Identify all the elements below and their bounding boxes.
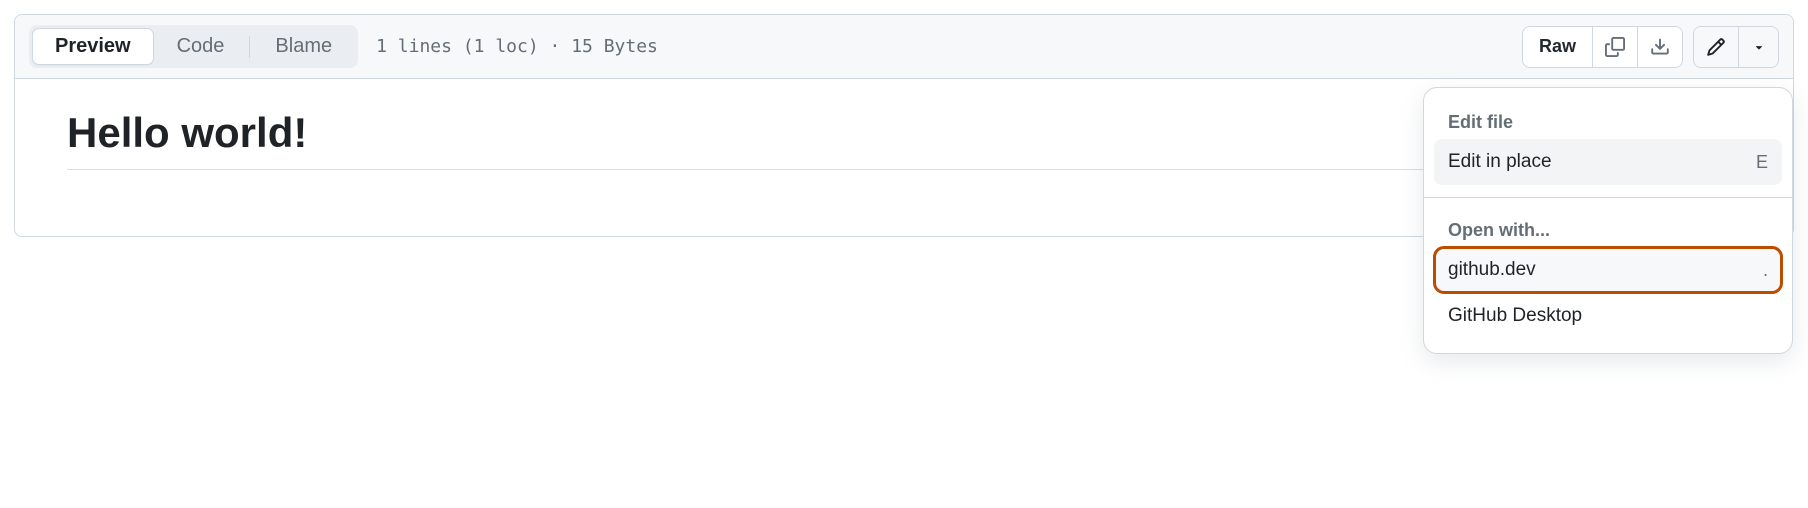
- edit-actions-group: [1693, 26, 1779, 68]
- menu-item-label: github.dev: [1448, 259, 1536, 281]
- file-header: Preview Code Blame 1 lines (1 loc) · 15 …: [15, 15, 1793, 79]
- copy-button[interactable]: [1592, 27, 1637, 67]
- file-viewer: Preview Code Blame 1 lines (1 loc) · 15 …: [14, 14, 1794, 237]
- dropdown-divider: [1424, 197, 1792, 198]
- download-button[interactable]: [1637, 27, 1682, 67]
- dropdown-heading-edit: Edit file: [1434, 102, 1782, 139]
- file-actions: Raw: [1522, 26, 1779, 68]
- pencil-icon: [1706, 37, 1726, 57]
- file-info-text: 1 lines (1 loc) · 15 Bytes: [376, 36, 658, 57]
- menu-item-label: GitHub Desktop: [1448, 305, 1582, 327]
- edit-button[interactable]: [1694, 27, 1738, 67]
- menu-item-label: Edit in place: [1448, 151, 1552, 173]
- tab-code[interactable]: Code: [154, 28, 248, 65]
- download-icon: [1650, 37, 1670, 57]
- more-edit-options-button[interactable]: [1738, 27, 1778, 67]
- raw-actions-group: Raw: [1522, 26, 1683, 68]
- menu-item-shortcut: .: [1763, 260, 1768, 281]
- menu-item-shortcut: E: [1756, 152, 1768, 173]
- triangle-down-icon: [1752, 40, 1766, 54]
- tab-preview[interactable]: Preview: [32, 28, 154, 65]
- raw-button[interactable]: Raw: [1523, 27, 1592, 67]
- menu-item-edit-in-place[interactable]: Edit in place E: [1434, 139, 1782, 185]
- menu-item-github-dev[interactable]: github.dev .: [1434, 247, 1782, 293]
- copy-icon: [1605, 37, 1625, 57]
- view-mode-tabs: Preview Code Blame: [29, 25, 358, 68]
- menu-item-github-desktop[interactable]: GitHub Desktop: [1434, 293, 1782, 339]
- dropdown-heading-open-with: Open with...: [1434, 210, 1782, 247]
- edit-dropdown-menu: Edit file Edit in place E Open with... g…: [1423, 87, 1793, 354]
- tab-blame[interactable]: Blame: [252, 28, 355, 65]
- tab-divider: [249, 36, 250, 58]
